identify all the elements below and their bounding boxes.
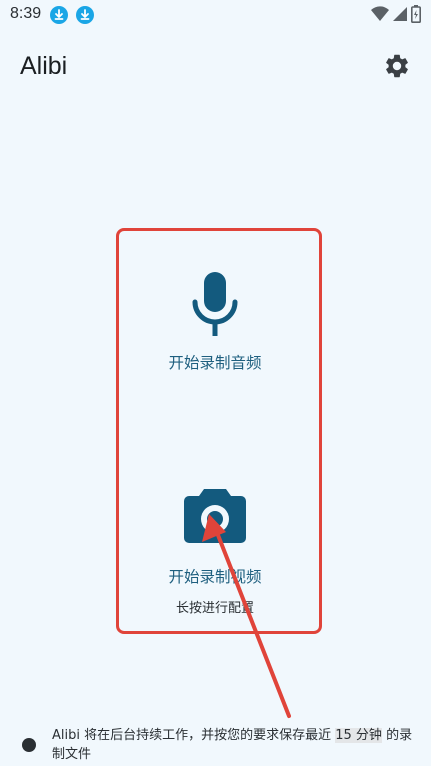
microphone-icon [190,270,240,340]
status-time: 8:39 [10,5,42,22]
record-audio-button[interactable]: 开始录制音频 [140,265,290,385]
record-video-button[interactable]: 开始录制视频 长按进行配置 [140,485,290,625]
footer-text: Alibi 将在后台持续工作，并按您的要求保存最近 15 分钟 的录制文件 [52,726,417,764]
footer-duration: 15 分钟 [335,728,382,743]
app-title: Alibi [20,52,68,80]
status-bar: 8:39 [0,0,431,30]
info-icon [22,738,36,752]
wifi-icon [371,6,389,26]
status-icons [371,5,421,27]
gear-icon [386,54,408,78]
long-press-hint: 长按进行配置 [175,601,254,616]
camera-icon [184,487,246,543]
signal-icon [393,6,407,26]
record-video-label: 开始录制视频 [168,568,262,586]
footer-text-before: Alibi 将在后台持续工作，并按您的要求保存最近 [52,728,336,743]
record-audio-label: 开始录制音频 [168,354,262,372]
settings-button[interactable] [383,52,411,80]
app-bar: Alibi [0,40,431,96]
download-icon [76,6,94,24]
download-icon [50,6,68,24]
battery-icon [411,5,421,27]
